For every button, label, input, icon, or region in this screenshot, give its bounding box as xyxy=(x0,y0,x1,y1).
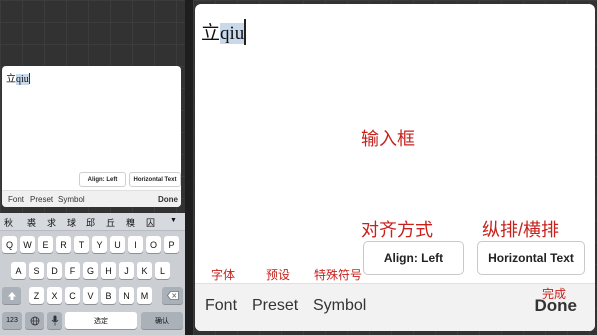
key[interactable]: I xyxy=(128,236,143,253)
selected-text: qiu xyxy=(220,23,245,44)
key[interactable]: G xyxy=(83,262,98,279)
delete-key[interactable] xyxy=(162,287,183,304)
key[interactable]: X xyxy=(47,287,62,304)
candidate-expand-icon[interactable]: ▼ xyxy=(170,217,177,224)
key[interactable]: F xyxy=(65,262,80,279)
candidate-item[interactable]: 球 xyxy=(67,216,76,229)
key[interactable]: V xyxy=(83,287,98,304)
right-panel: 立qiu 输入框 对齐方式 纵排/横排 Align: Left Horizont… xyxy=(193,0,597,335)
preview-align-button[interactable]: Align: Left xyxy=(79,172,126,187)
left-panel: 立qiu Align: Left Horizontal Text Font Pr… xyxy=(0,0,185,335)
key[interactable]: K xyxy=(137,262,152,279)
annotation-done: 完成 xyxy=(542,287,567,301)
space-key[interactable]: 选定 xyxy=(65,312,137,329)
preview-preset-button[interactable]: Preset xyxy=(30,195,53,204)
key[interactable]: A xyxy=(11,262,26,279)
text-caret xyxy=(244,19,247,45)
key[interactable]: H xyxy=(101,262,116,279)
annotation-input-box: 输入框 xyxy=(361,129,415,149)
globe-icon xyxy=(30,316,39,325)
backspace-icon xyxy=(166,291,179,300)
candidate-bar: 秋 裘 求 球 邱 丘 糗 囚 ▼ xyxy=(0,213,185,231)
key[interactable]: L xyxy=(155,262,170,279)
text-editor[interactable]: 立qiu 输入框 对齐方式 纵排/横排 Align: Left Horizont… xyxy=(195,4,595,331)
key[interactable]: W xyxy=(20,236,35,253)
preview-done-button[interactable]: Done xyxy=(158,195,178,204)
annotation-preset: 预设 xyxy=(266,268,291,282)
candidate-item[interactable]: 秋 xyxy=(4,216,13,229)
shift-arrow-icon xyxy=(7,291,16,300)
key[interactable]: S xyxy=(29,262,44,279)
candidate-item[interactable]: 裘 xyxy=(27,216,36,229)
preview-selected-text: qiu xyxy=(16,74,29,85)
key[interactable]: C xyxy=(65,287,80,304)
candidate-item[interactable]: 糗 xyxy=(126,216,135,229)
preview-font-button[interactable]: Font xyxy=(8,195,24,204)
annotation-symbol: 特殊符号 xyxy=(314,268,363,282)
key[interactable]: B xyxy=(101,287,116,304)
orientation-button[interactable]: Horizontal Text xyxy=(477,241,585,275)
preview-symbol-button[interactable]: Symbol xyxy=(58,195,85,204)
key[interactable]: R xyxy=(56,236,71,253)
keyboard: Q W E R T Y U I O P A S D F G H J K L Z … xyxy=(0,231,185,335)
key[interactable]: Z xyxy=(29,287,44,304)
key[interactable]: M xyxy=(137,287,152,304)
preview-text: 立qiu xyxy=(6,73,30,85)
symbol-button[interactable]: Symbol xyxy=(313,297,366,315)
key[interactable]: U xyxy=(110,236,125,253)
microphone-key[interactable] xyxy=(47,312,62,329)
preview-text-editor[interactable]: 立qiu Align: Left Horizontal Text Font Pr… xyxy=(2,66,181,207)
candidate-item[interactable]: 邱 xyxy=(86,216,95,229)
annotation-alignment: 对齐方式 xyxy=(361,220,433,240)
key[interactable]: T xyxy=(74,236,89,253)
key[interactable]: Q xyxy=(2,236,17,253)
font-button[interactable]: Font xyxy=(205,297,237,315)
panel-divider xyxy=(185,0,193,335)
candidate-item[interactable]: 求 xyxy=(47,216,56,229)
key[interactable]: Y xyxy=(92,236,107,253)
key[interactable]: P xyxy=(164,236,179,253)
annotation-font: 字体 xyxy=(211,268,236,282)
globe-key[interactable] xyxy=(25,312,44,329)
key[interactable]: J xyxy=(119,262,134,279)
key[interactable]: N xyxy=(119,287,134,304)
annotation-orientation: 纵排/横排 xyxy=(482,220,560,240)
shift-key[interactable] xyxy=(2,287,21,304)
key[interactable]: E xyxy=(38,236,53,253)
candidate-item[interactable]: 囚 xyxy=(146,216,155,229)
bottom-toolbar: Font Preset Symbol Done xyxy=(195,283,595,331)
preview-caret xyxy=(28,73,30,84)
key[interactable]: D xyxy=(47,262,62,279)
confirm-key[interactable]: 确认 xyxy=(141,312,183,329)
preview-orientation-button[interactable]: Horizontal Text xyxy=(129,172,181,187)
editor-text: 立qiu xyxy=(201,18,247,45)
candidate-item[interactable]: 丘 xyxy=(106,216,115,229)
numbers-key[interactable]: 123 xyxy=(2,312,22,329)
microphone-icon xyxy=(51,315,58,326)
preset-button[interactable]: Preset xyxy=(252,297,298,315)
align-button[interactable]: Align: Left xyxy=(363,241,464,275)
preview-toolbar: Font Preset Symbol Done xyxy=(2,190,181,207)
key[interactable]: O xyxy=(146,236,161,253)
